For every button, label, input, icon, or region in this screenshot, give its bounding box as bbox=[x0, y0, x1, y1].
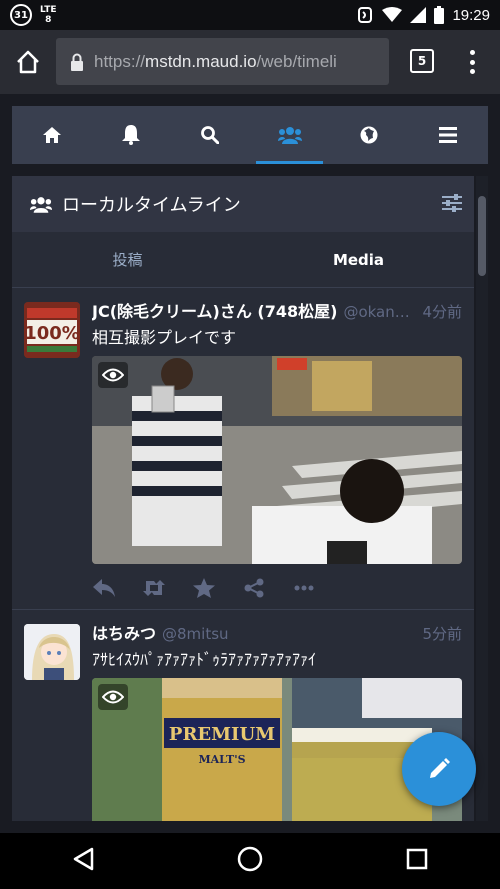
sliders-icon bbox=[442, 194, 462, 212]
account-handle[interactable]: @okan… bbox=[343, 303, 418, 321]
boost-button[interactable] bbox=[142, 576, 166, 600]
nav-menu[interactable] bbox=[409, 106, 488, 164]
status-item[interactable]: 100% JC(除毛クリーム)さん (748松屋) @okan… 4分前 相互撮… bbox=[12, 288, 474, 610]
media-photo-street bbox=[92, 356, 462, 564]
svg-text:PREMIUM: PREMIUM bbox=[169, 724, 275, 745]
recents-square-icon bbox=[407, 848, 428, 870]
compose-button[interactable] bbox=[402, 732, 476, 806]
back-triangle-icon bbox=[73, 847, 93, 871]
status-header: JC(除毛クリーム)さん (748松屋) @okan… 4分前 bbox=[92, 298, 462, 322]
lock-icon bbox=[71, 53, 83, 71]
home-circle-icon bbox=[237, 846, 263, 872]
url-host: mstdn.maud.io bbox=[145, 51, 257, 71]
mastodon-nav-bar bbox=[12, 106, 488, 164]
display-name[interactable]: JC(除毛クリーム)さん (748松屋) bbox=[92, 298, 337, 322]
nfc-icon bbox=[358, 7, 373, 23]
status-time[interactable]: 4分前 bbox=[422, 301, 462, 322]
status-time[interactable]: 5分前 bbox=[422, 623, 462, 644]
status-text: 相互撮影プレイです bbox=[92, 328, 237, 347]
nav-notifications[interactable] bbox=[91, 106, 170, 164]
recents-button[interactable] bbox=[406, 848, 428, 874]
reply-icon bbox=[93, 579, 115, 597]
hamburger-icon bbox=[439, 127, 458, 143]
status-text: ｱｻﾋｲｽｳﾊﾟｧｱｧｱｧﾄﾞｩﾗｱｧｱｧｱｧｱｧｱｧｲ bbox=[92, 650, 317, 669]
pencil-icon bbox=[430, 758, 450, 778]
share-icon bbox=[244, 578, 264, 598]
retweet-icon bbox=[143, 580, 165, 596]
browser-toolbar: https://mstdn.maud.io/web/timeli 5 bbox=[0, 30, 500, 94]
column-header: ローカルタイムライン bbox=[12, 176, 474, 232]
status-item[interactable]: はちみつ @8mitsu 5分前 ｱｻﾋｲｽｳﾊﾟｧｱｧｱｧﾄﾞｩﾗｱｧｱｧｱｧ… bbox=[12, 610, 474, 821]
android-status-bar: 31 LTE 8 19:29 bbox=[0, 0, 500, 30]
clock: 19:29 bbox=[452, 6, 490, 24]
tab-switcher-button[interactable]: 5 bbox=[410, 49, 434, 73]
nav-federated-timeline[interactable] bbox=[329, 106, 408, 164]
browser-menu-button[interactable] bbox=[462, 50, 482, 74]
url-text: https://mstdn.maud.io/web/timeli bbox=[94, 52, 337, 72]
url-field[interactable]: https://mstdn.maud.io/web/timeli bbox=[56, 38, 389, 85]
nav-home[interactable] bbox=[12, 106, 91, 164]
users-icon bbox=[30, 196, 52, 213]
hide-media-button[interactable] bbox=[98, 362, 128, 388]
status-actions bbox=[92, 576, 316, 600]
account-handle[interactable]: @8mitsu bbox=[162, 625, 418, 643]
more-button[interactable] bbox=[292, 576, 316, 600]
eye-icon bbox=[102, 368, 124, 382]
bell-icon bbox=[121, 125, 140, 145]
favourite-button[interactable] bbox=[192, 576, 216, 600]
url-path: /web/timeli bbox=[256, 51, 337, 71]
avatar[interactable]: 100% bbox=[24, 302, 80, 358]
avatar-rice-logo: 100% bbox=[24, 302, 80, 358]
users-icon bbox=[277, 127, 302, 144]
globe-icon bbox=[360, 126, 378, 144]
home-outline-icon bbox=[17, 50, 39, 74]
avatar-anime-girl bbox=[24, 624, 80, 680]
reply-button[interactable] bbox=[92, 576, 116, 600]
wifi-icon bbox=[382, 7, 403, 22]
network-indicator: LTE 8 bbox=[40, 5, 57, 25]
nav-search[interactable] bbox=[171, 106, 250, 164]
avatar-label: 100% bbox=[24, 323, 80, 344]
local-timeline-column: ローカルタイムライン 投稿 Media 100% JC(除毛クリーム)さん (7… bbox=[12, 176, 474, 821]
share-button[interactable] bbox=[242, 576, 266, 600]
column-tabs: 投稿 Media bbox=[12, 232, 474, 288]
svg-text:MALT'S: MALT'S bbox=[198, 753, 245, 766]
tab-media[interactable]: Media bbox=[243, 232, 474, 287]
back-button[interactable] bbox=[72, 847, 94, 875]
browser-home-button[interactable] bbox=[0, 30, 56, 94]
home-icon bbox=[42, 127, 61, 143]
column-settings-button[interactable] bbox=[442, 194, 462, 216]
column-scrollbar[interactable] bbox=[476, 176, 488, 821]
avatar[interactable] bbox=[24, 624, 80, 680]
battery-icon bbox=[434, 6, 445, 24]
star-icon bbox=[193, 578, 215, 598]
tab-posts[interactable]: 投稿 bbox=[12, 232, 243, 287]
display-name[interactable]: はちみつ bbox=[92, 620, 156, 644]
search-icon bbox=[201, 126, 220, 144]
signal-icon bbox=[410, 7, 427, 23]
media-attachment[interactable] bbox=[92, 356, 462, 564]
hide-media-button[interactable] bbox=[98, 684, 128, 710]
network-sub: 8 bbox=[45, 15, 52, 25]
eye-icon bbox=[102, 690, 124, 704]
status-header: はちみつ @8mitsu 5分前 bbox=[92, 620, 462, 644]
column-title: ローカルタイムライン bbox=[62, 195, 241, 216]
scroll-thumb[interactable] bbox=[478, 196, 486, 276]
ellipsis-icon bbox=[294, 585, 314, 591]
nav-local-timeline[interactable] bbox=[250, 106, 329, 164]
android-nav-bar bbox=[0, 833, 500, 889]
notification-badge: 31 bbox=[10, 4, 32, 26]
url-scheme: https:// bbox=[94, 51, 146, 71]
network-type: LTE bbox=[40, 5, 57, 15]
home-button[interactable] bbox=[237, 846, 263, 876]
